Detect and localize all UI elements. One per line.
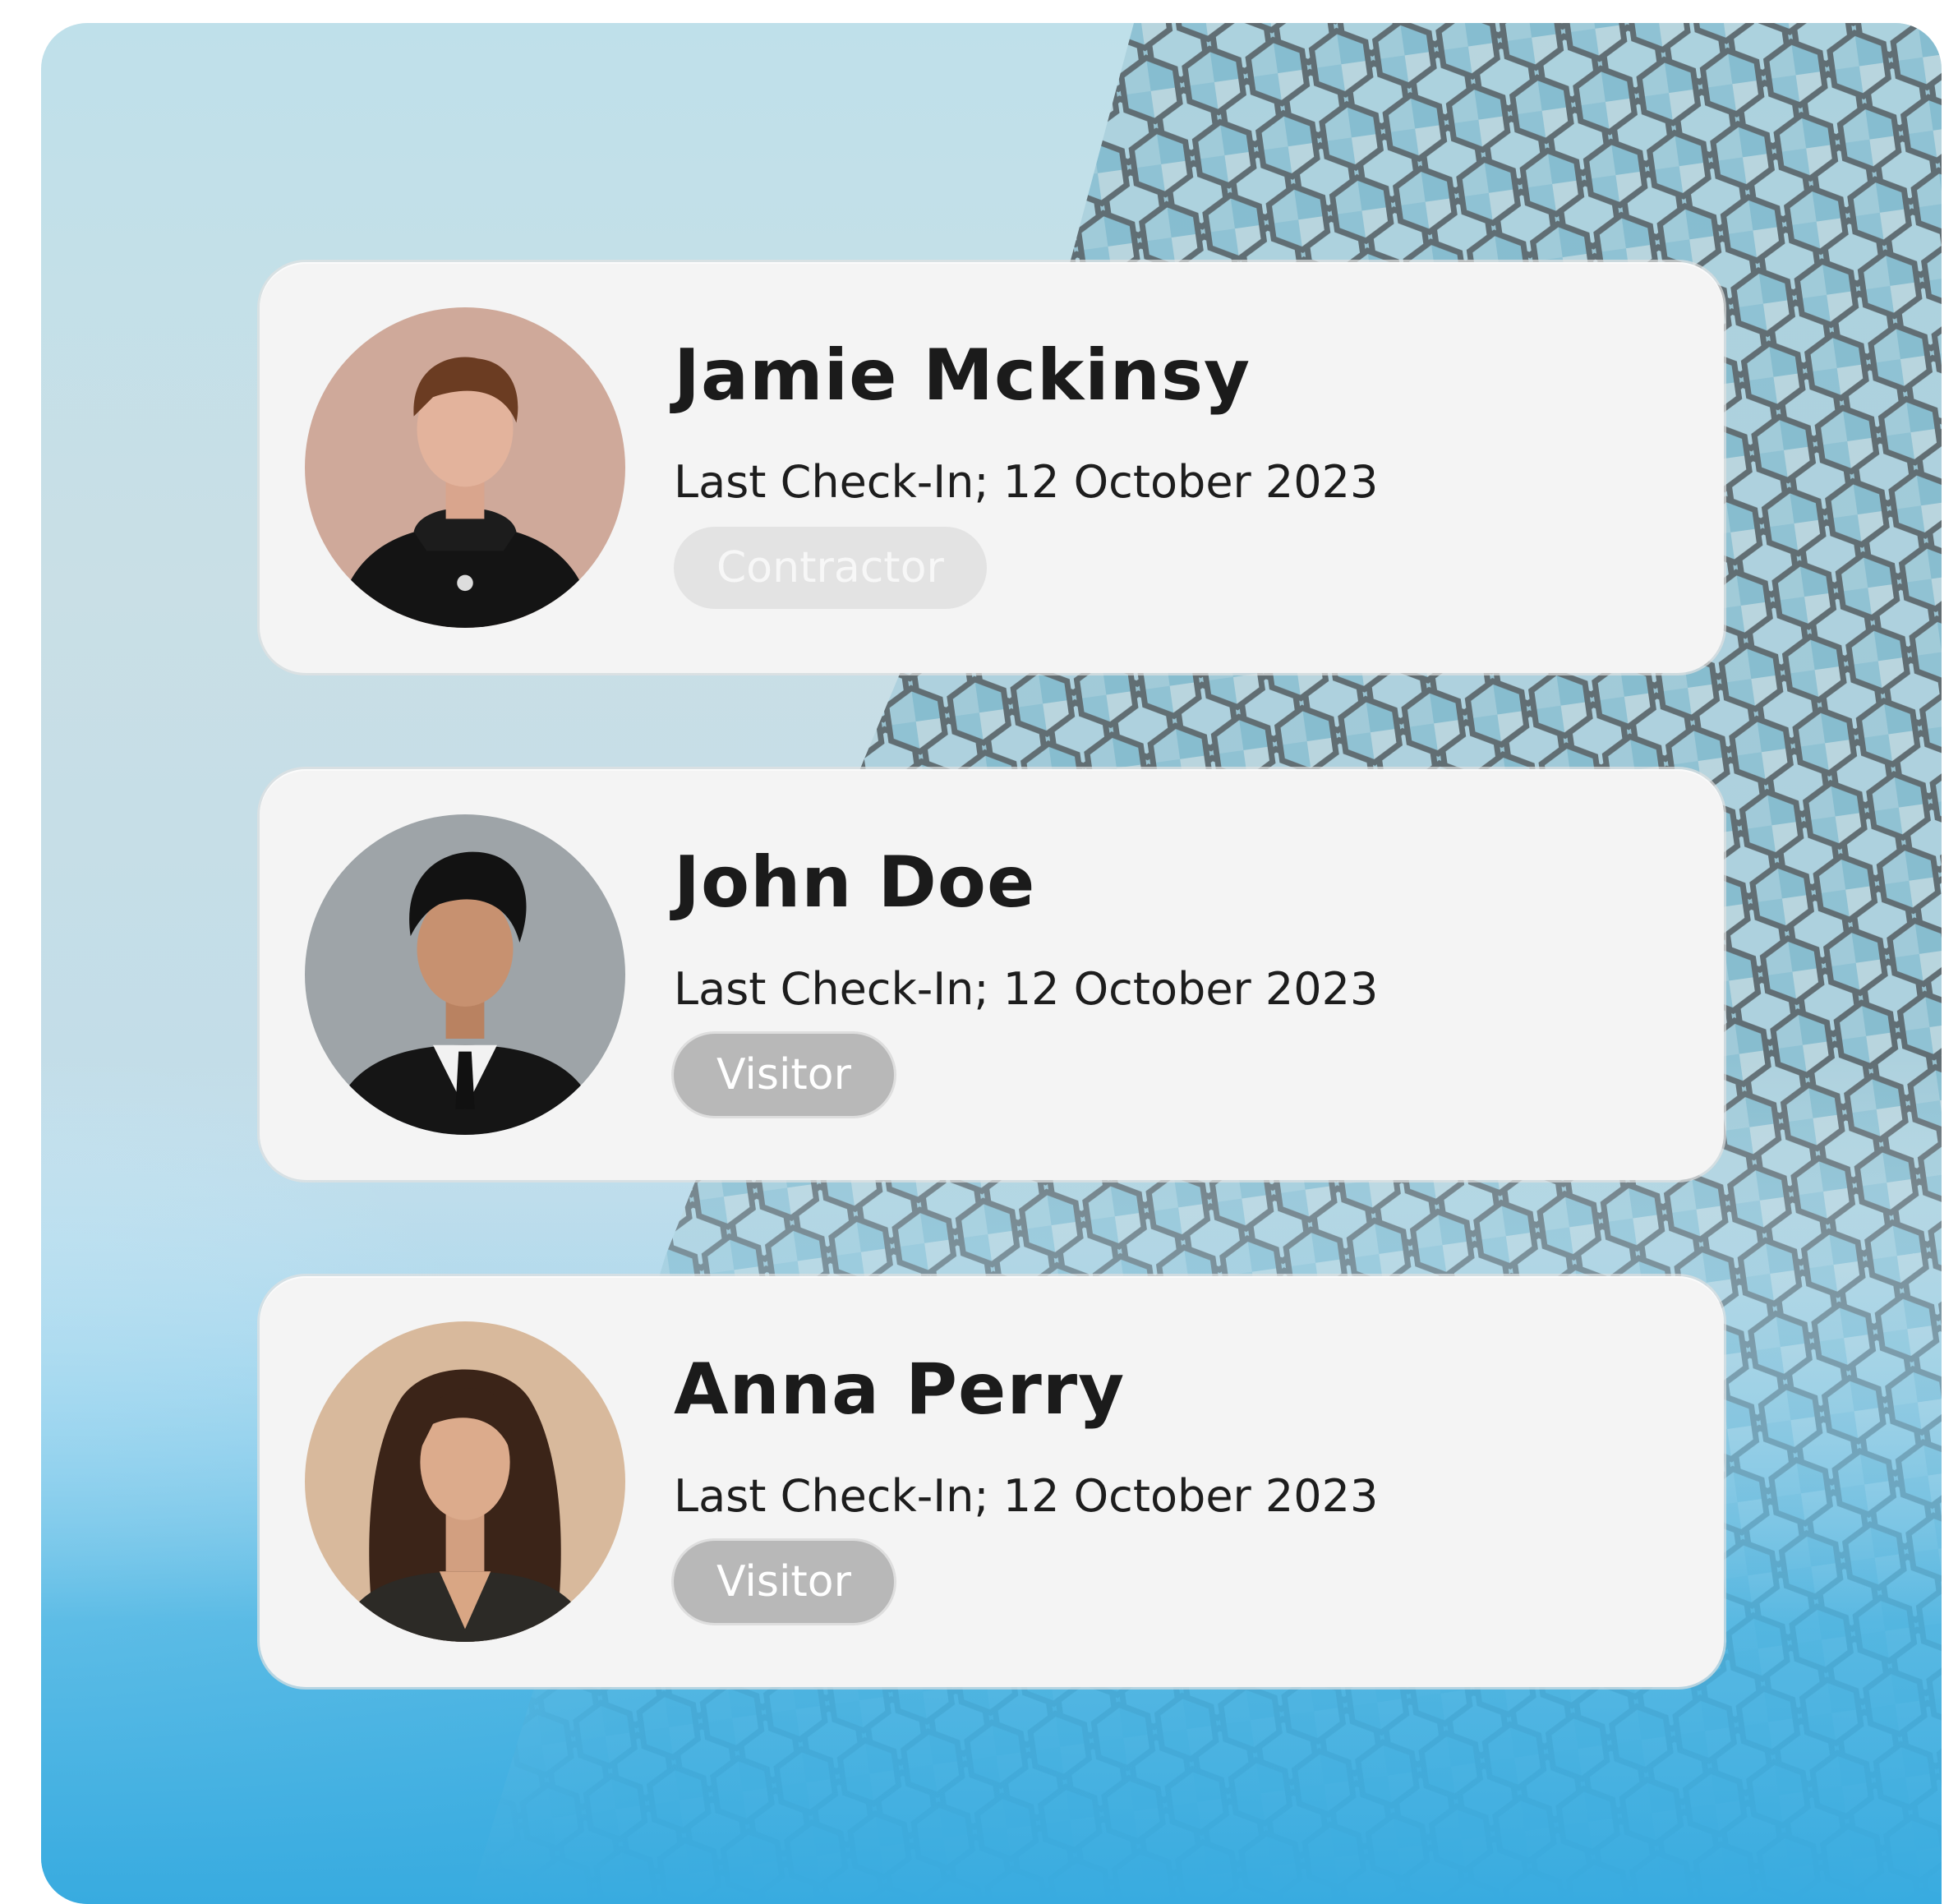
visitor-name: Jamie Mckinsy: [674, 334, 1251, 417]
visitor-card[interactable]: Anna Perry Last Check-In; 12 October 202…: [260, 1276, 1724, 1687]
last-check-in: Last Check-In; 12 October 2023: [674, 1470, 1379, 1522]
avatar: [305, 814, 625, 1135]
role-badge[interactable]: Visitor: [674, 1034, 894, 1116]
avatar: [305, 1321, 625, 1642]
avatar: [305, 307, 625, 628]
last-check-in: Last Check-In; 12 October 2023: [674, 963, 1379, 1015]
person-photo-icon: [305, 1321, 625, 1642]
last-check-in: Last Check-In; 12 October 2023: [674, 456, 1379, 508]
person-photo-icon: [305, 814, 625, 1135]
person-photo-icon: [305, 307, 625, 628]
role-badge[interactable]: Contractor: [674, 527, 987, 609]
visitor-card[interactable]: Jamie Mckinsy Last Check-In; 12 October …: [260, 262, 1724, 673]
visitor-name: John Doe: [674, 841, 1036, 924]
visitor-name: Anna Perry: [674, 1348, 1126, 1431]
role-badge[interactable]: Visitor: [674, 1541, 894, 1623]
visitor-card[interactable]: John Doe Last Check-In; 12 October 2023 …: [260, 769, 1724, 1180]
